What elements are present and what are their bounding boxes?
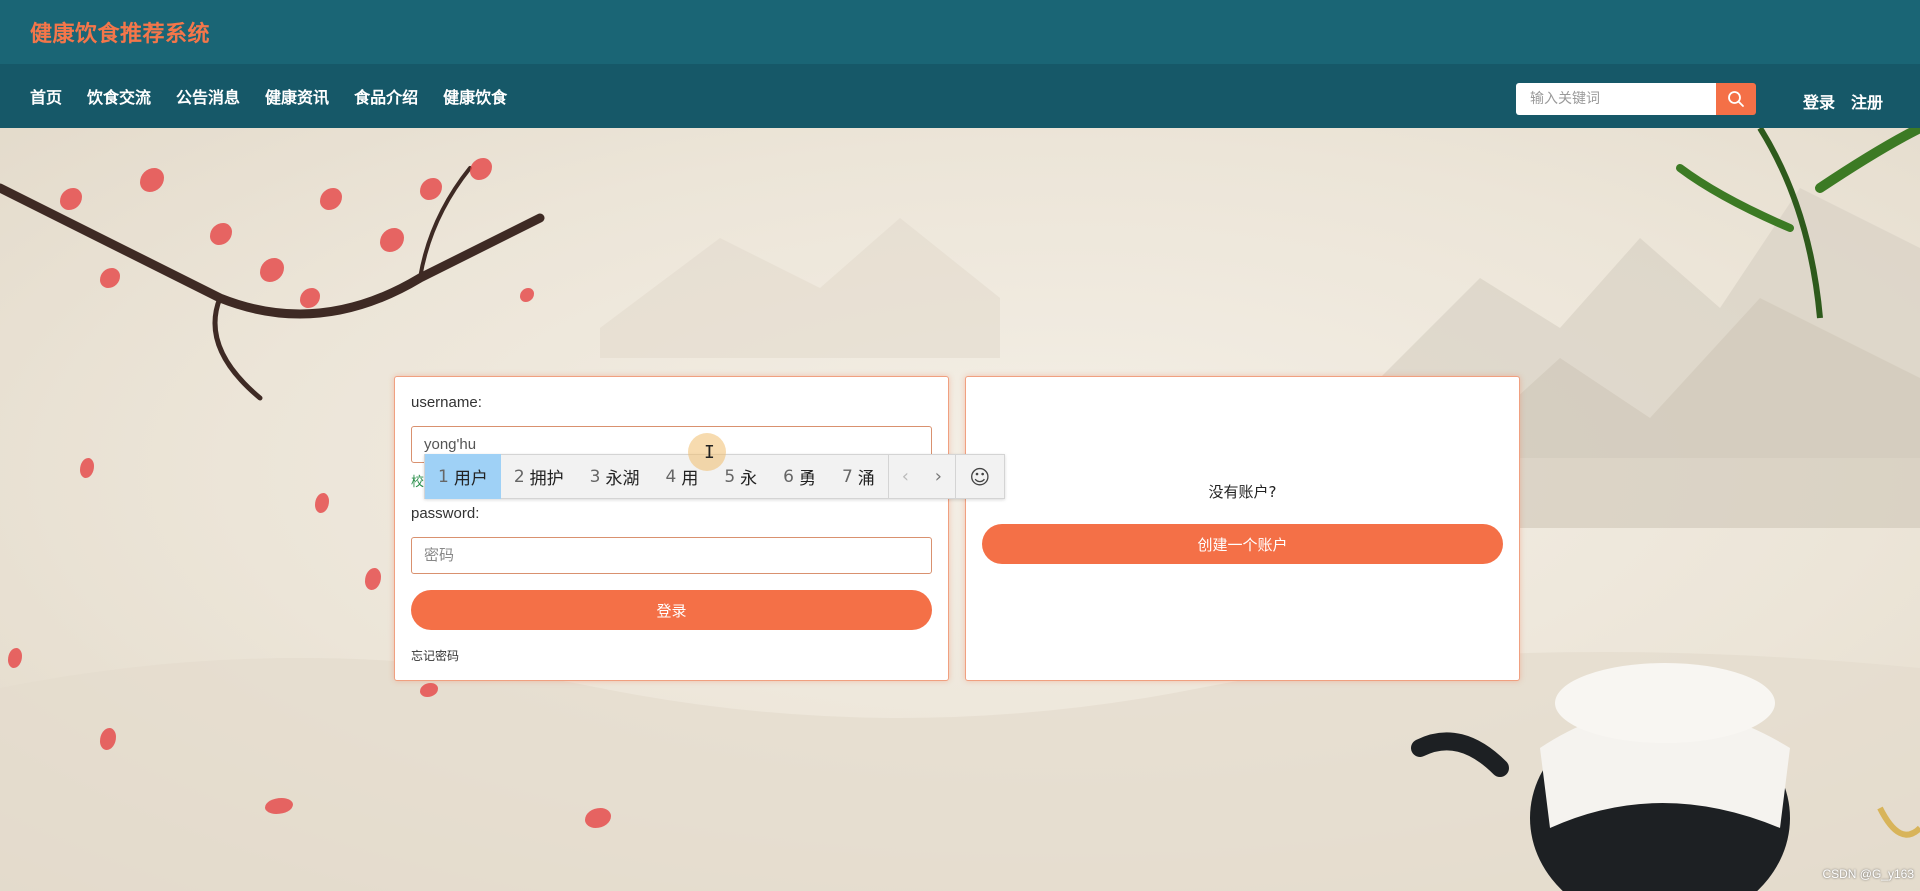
- login-card: username: 校 password: 登录 忘记密码: [394, 376, 949, 681]
- username-label: username:: [411, 394, 482, 411]
- ime-candidate[interactable]: 2 拥护: [501, 454, 577, 499]
- register-card: 没有账户? 创建一个账户: [965, 376, 1520, 681]
- emoji-icon[interactable]: ☺: [956, 454, 1004, 499]
- password-input[interactable]: [411, 537, 932, 574]
- nav-item-diet-exchange[interactable]: 饮食交流: [87, 84, 151, 108]
- ime-candidate[interactable]: 6勇: [770, 454, 829, 499]
- nav-register-link[interactable]: 注册: [1851, 89, 1883, 113]
- no-account-prompt: 没有账户?: [1208, 483, 1277, 501]
- site-title[interactable]: 健康饮食推荐系统: [30, 16, 210, 48]
- password-label: password:: [411, 505, 480, 522]
- search-button[interactable]: [1716, 83, 1756, 115]
- nav-item-food-intro[interactable]: 食品介绍: [354, 84, 418, 108]
- search-input[interactable]: [1516, 83, 1716, 115]
- nav-menu: 首页 饮食交流 公告消息 健康资讯 食品介绍 健康饮食: [30, 64, 532, 128]
- ime-prev-page-icon[interactable]: ‹: [889, 454, 922, 499]
- nav-item-announcements[interactable]: 公告消息: [176, 84, 240, 108]
- top-header: 健康饮食推荐系统: [0, 0, 1920, 64]
- ime-candidate[interactable]: 3 永湖: [577, 454, 653, 499]
- ime-candidate[interactable]: 7涌: [829, 454, 888, 499]
- text-cursor-icon: I: [704, 442, 715, 463]
- search-box: [1516, 83, 1756, 115]
- forgot-password-link[interactable]: 忘记密码: [411, 647, 459, 664]
- nav-item-health-news[interactable]: 健康资讯: [265, 84, 329, 108]
- search-icon: [1728, 91, 1744, 107]
- ime-next-page-icon[interactable]: ›: [922, 454, 955, 499]
- validate-hint: 校: [411, 475, 425, 490]
- login-button[interactable]: 登录: [411, 590, 932, 630]
- nav-login-link[interactable]: 登录: [1803, 89, 1835, 113]
- ime-candidate[interactable]: 1 用户: [425, 454, 501, 499]
- background-illustration: [0, 128, 1920, 891]
- create-account-button[interactable]: 创建一个账户: [982, 524, 1503, 564]
- nav-item-healthy-diet[interactable]: 健康饮食: [443, 84, 507, 108]
- watermark: CSDN @G_y163: [1822, 867, 1914, 881]
- nav-item-home[interactable]: 首页: [30, 84, 62, 108]
- mountain-illustration: [0, 128, 1920, 891]
